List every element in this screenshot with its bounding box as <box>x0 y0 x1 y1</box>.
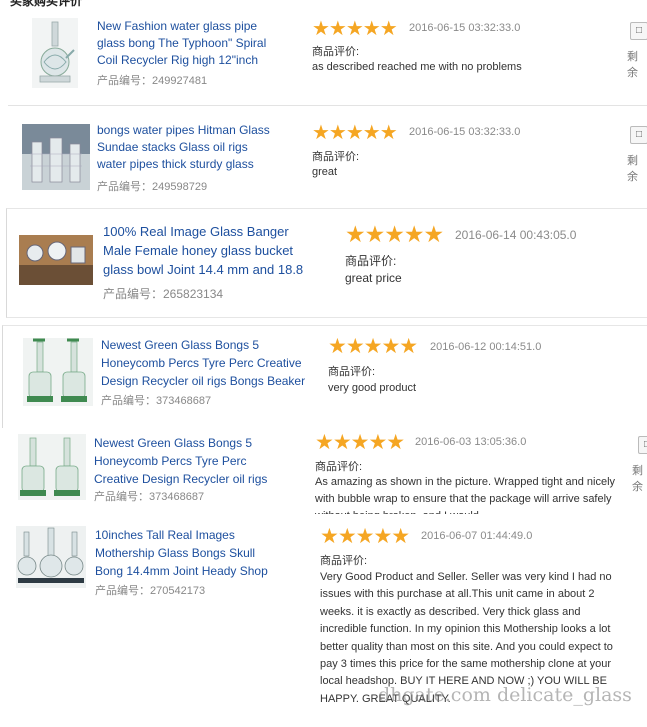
product-code: 产品编号：373468687 <box>101 395 212 407</box>
rating-stars: ★★★★★ <box>328 335 418 358</box>
watermark: dhgate.com delicate_glass <box>378 684 632 706</box>
product-title-link[interactable]: bongs water pipes Hitman Glass Sundae st… <box>97 122 277 174</box>
review-comment: great <box>312 166 338 178</box>
review-label: 商品评价: <box>320 555 368 567</box>
review-label: 商品评价: <box>315 461 363 473</box>
rating-stars: ★★★★★ <box>345 221 444 247</box>
review-date: 2016-06-07 01:44:49.0 <box>421 530 533 542</box>
product-title-link[interactable]: New Fashion water glass pipe glass bong … <box>97 18 285 70</box>
product-title-link[interactable]: Newest Green Glass Bongs 5 Honeycomb Per… <box>101 336 307 390</box>
side-label: 剩余 <box>627 155 638 183</box>
review-label: 商品评价: <box>328 366 376 378</box>
side-label: 剩余 <box>627 51 638 79</box>
rating-stars: ★★★★★ <box>312 18 398 40</box>
review-comment: as described reached me with no problems <box>312 61 522 73</box>
product-title-link[interactable]: 10inches Tall Real Images Mothership Gla… <box>95 526 285 580</box>
side-label: 剩余 <box>632 465 643 493</box>
product-code: 产品编号：249598729 <box>97 181 208 193</box>
collapse-button[interactable]: □ <box>630 126 647 144</box>
product-thumbnail[interactable] <box>16 526 86 588</box>
collapse-button[interactable]: □ <box>630 22 647 40</box>
review-label: 商品评价: <box>312 46 360 58</box>
collapse-button[interactable]: □ <box>638 436 647 454</box>
product-code: 产品编号：270542173 <box>95 585 206 597</box>
review-row: 100% Real Image Glass Banger Male Female… <box>6 208 647 318</box>
product-thumbnail[interactable] <box>23 338 93 406</box>
review-date: 2016-06-03 13:05:36.0 <box>415 436 527 448</box>
rating-stars: ★★★★★ <box>315 431 405 454</box>
rating-stars: ★★★★★ <box>320 525 410 548</box>
review-row: bongs water pipes Hitman Glass Sundae st… <box>0 112 647 204</box>
section-title: 买家购买评价 <box>10 0 83 8</box>
review-row: Newest Green Glass Bongs 5 Honeycomb Per… <box>0 428 647 514</box>
review-row: Newest Green Glass Bongs 5 Honeycomb Per… <box>2 325 647 429</box>
product-title-link[interactable]: 100% Real Image Glass Banger Male Female… <box>103 223 317 281</box>
product-thumbnail[interactable] <box>19 235 93 285</box>
product-title-link[interactable]: Newest Green Glass Bongs 5 Honeycomb Per… <box>94 434 294 488</box>
review-date: 2016-06-15 03:32:33.0 <box>409 22 521 34</box>
review-date: 2016-06-12 00:14:51.0 <box>430 341 542 353</box>
review-label: 商品评价: <box>312 151 360 163</box>
row-divider <box>8 105 647 106</box>
review-comment: As amazing as shown in the picture. Wrap… <box>315 476 616 514</box>
review-label: 商品评价: <box>345 254 397 268</box>
review-date: 2016-06-14 00:43:05.0 <box>455 228 577 242</box>
review-comment: very good product <box>328 382 417 394</box>
review-comment: great price <box>345 271 402 285</box>
product-code: 产品编号：249927481 <box>97 75 208 87</box>
product-thumbnail[interactable] <box>22 124 90 190</box>
product-code: 产品编号：373468687 <box>94 491 205 503</box>
review-row: New Fashion water glass pipe glass bong … <box>0 10 647 102</box>
product-thumbnail[interactable] <box>18 434 86 500</box>
review-date: 2016-06-15 03:32:33.0 <box>409 126 521 138</box>
product-thumbnail[interactable] <box>32 18 78 88</box>
product-code: 产品编号：265823134 <box>103 287 224 301</box>
rating-stars: ★★★★★ <box>312 122 398 144</box>
